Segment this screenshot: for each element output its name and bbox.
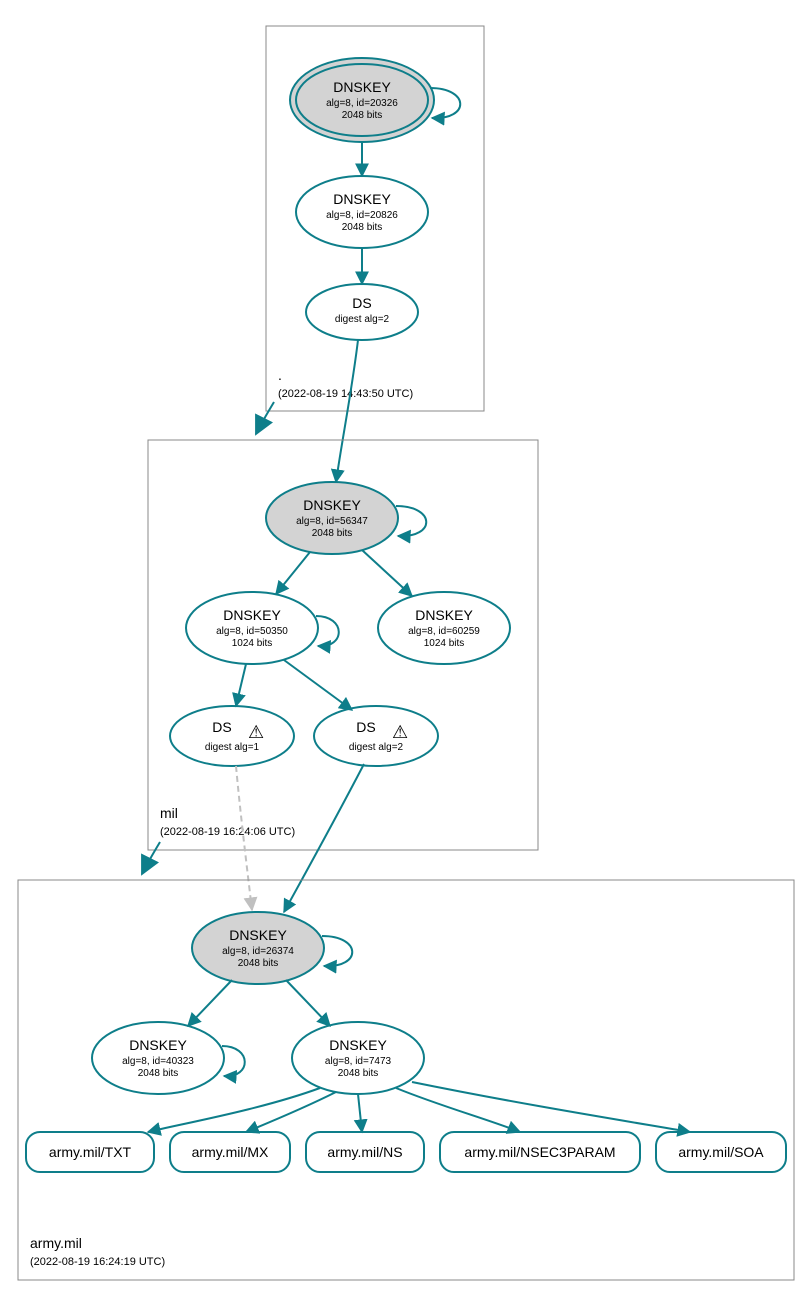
svg-text:alg=8, id=56347: alg=8, id=56347 (296, 516, 368, 527)
svg-text:DNSKEY: DNSKEY (415, 607, 473, 623)
root-ksk: DNSKEY alg=8, id=20326 2048 bits (290, 58, 434, 142)
svg-text:2048 bits: 2048 bits (338, 1068, 379, 1079)
svg-text:DS: DS (212, 719, 231, 735)
zone-army-timestamp: (2022-08-19 16:24:19 UTC) (30, 1256, 165, 1268)
edge-to-soa (412, 1082, 690, 1132)
svg-text:DNSKEY: DNSKEY (229, 927, 287, 943)
warning-icon: ⚠ (392, 722, 408, 742)
svg-text:1024 bits: 1024 bits (424, 638, 465, 649)
svg-text:1024 bits: 1024 bits (232, 638, 273, 649)
warning-icon: ⚠ (248, 722, 264, 742)
rrset-ns: army.mil/NS (306, 1132, 424, 1172)
svg-text:DNSKEY: DNSKEY (303, 497, 361, 513)
zone-root-label: . (278, 367, 282, 383)
svg-text:digest alg=1: digest alg=1 (205, 742, 260, 753)
edge-mil-ksk-zsk1 (276, 552, 310, 594)
svg-text:army.mil/TXT: army.mil/TXT (49, 1144, 132, 1160)
edge-army-ksk-self (322, 936, 352, 966)
svg-text:DS: DS (356, 719, 375, 735)
rrset-soa: army.mil/SOA (656, 1132, 786, 1172)
army-zsk-40323: DNSKEY alg=8, id=40323 2048 bits (92, 1022, 224, 1094)
edge-root-to-mil-zone (256, 402, 274, 434)
zone-army-label: army.mil (30, 1235, 82, 1251)
svg-text:2048 bits: 2048 bits (238, 958, 279, 969)
rrset-nsec3param: army.mil/NSEC3PARAM (440, 1132, 640, 1172)
svg-text:digest alg=2: digest alg=2 (349, 742, 404, 753)
svg-text:alg=8, id=20826: alg=8, id=20826 (326, 210, 398, 221)
mil-ksk: DNSKEY alg=8, id=56347 2048 bits (266, 482, 398, 554)
svg-text:DS: DS (352, 295, 371, 311)
zone-mil-label: mil (160, 805, 178, 821)
edge-mil-ds2-army-ksk (284, 764, 364, 912)
dnssec-graph: . (2022-08-19 14:43:50 UTC) DNSKEY alg=8… (0, 0, 808, 1299)
edge-mil-ksk-self (396, 506, 426, 536)
mil-zsk-60259: DNSKEY alg=8, id=60259 1024 bits (378, 592, 510, 664)
svg-text:DNSKEY: DNSKEY (333, 191, 391, 207)
svg-text:army.mil/NSEC3PARAM: army.mil/NSEC3PARAM (464, 1144, 615, 1160)
svg-text:2048 bits: 2048 bits (138, 1068, 179, 1079)
svg-text:alg=8, id=50350: alg=8, id=50350 (216, 626, 288, 637)
edge-army-ksk-zsk1 (188, 980, 232, 1026)
svg-text:digest alg=2: digest alg=2 (335, 314, 390, 325)
root-zsk: DNSKEY alg=8, id=20826 2048 bits (296, 176, 428, 248)
svg-text:alg=8, id=7473: alg=8, id=7473 (325, 1056, 392, 1067)
edge-mil-zsk1-ds1 (236, 664, 246, 706)
root-ds: DS digest alg=2 (306, 284, 418, 340)
edge-army-zsk1-self (222, 1046, 245, 1076)
svg-text:alg=8, id=26374: alg=8, id=26374 (222, 946, 294, 957)
svg-text:army.mil/NS: army.mil/NS (327, 1144, 402, 1160)
edge-mil-ds1-army-ksk (236, 766, 252, 910)
edge-to-nsec (396, 1088, 520, 1132)
svg-text:DNSKEY: DNSKEY (129, 1037, 187, 1053)
svg-text:2048 bits: 2048 bits (312, 528, 353, 539)
edge-mil-zsk1-ds2 (284, 660, 352, 710)
svg-text:army.mil/SOA: army.mil/SOA (678, 1144, 764, 1160)
army-zsk-7473: DNSKEY alg=8, id=7473 2048 bits (292, 1022, 424, 1094)
svg-text:alg=8, id=40323: alg=8, id=40323 (122, 1056, 194, 1067)
edge-to-txt (148, 1088, 320, 1132)
rrset-txt: army.mil/TXT (26, 1132, 154, 1172)
zone-mil-timestamp: (2022-08-19 16:24:06 UTC) (160, 826, 295, 838)
army-ksk: DNSKEY alg=8, id=26374 2048 bits (192, 912, 324, 984)
edge-mil-zsk1-self (316, 616, 339, 646)
edge-to-ns (358, 1094, 362, 1132)
svg-text:2048 bits: 2048 bits (342, 110, 383, 121)
edge-mil-ksk-zsk2 (362, 550, 412, 596)
svg-text:alg=8, id=20326: alg=8, id=20326 (326, 98, 398, 109)
svg-text:DNSKEY: DNSKEY (223, 607, 281, 623)
svg-text:DNSKEY: DNSKEY (329, 1037, 387, 1053)
svg-text:army.mil/MX: army.mil/MX (192, 1144, 269, 1160)
svg-text:DNSKEY: DNSKEY (333, 79, 391, 95)
mil-ds-alg1: DS ⚠ digest alg=1 (170, 706, 294, 766)
svg-text:alg=8, id=60259: alg=8, id=60259 (408, 626, 480, 637)
rrset-mx: army.mil/MX (170, 1132, 290, 1172)
svg-text:2048 bits: 2048 bits (342, 222, 383, 233)
zone-root-timestamp: (2022-08-19 14:43:50 UTC) (278, 388, 413, 400)
edge-army-ksk-zsk2 (286, 980, 330, 1026)
mil-ds-alg2: DS ⚠ digest alg=2 (314, 706, 438, 766)
mil-zsk-50350: DNSKEY alg=8, id=50350 1024 bits (186, 592, 318, 664)
edge-mil-to-army-zone (142, 842, 160, 874)
